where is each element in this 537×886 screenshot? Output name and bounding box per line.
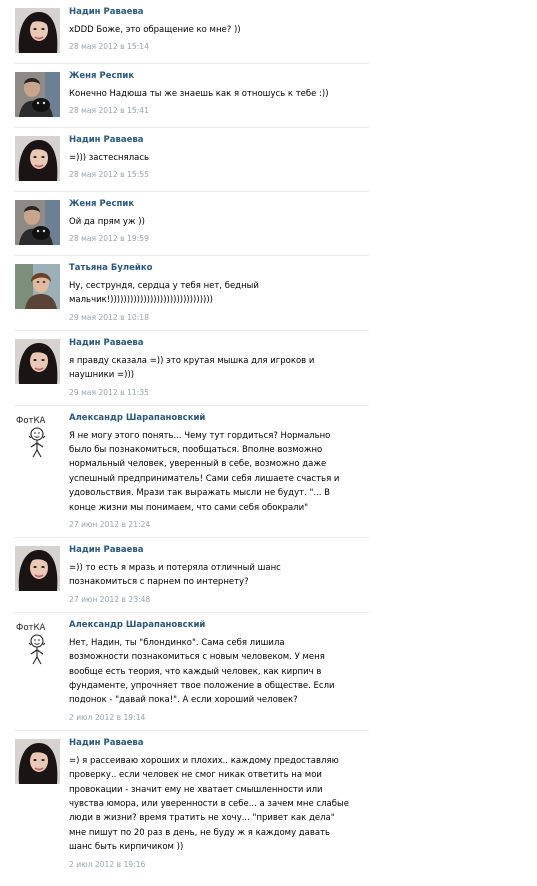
comment-text-line: успешный предприниматель! Сами себя лиша…: [69, 473, 340, 484]
comment-text-line: проверку.. если человек не смог никак от…: [69, 770, 322, 781]
comment-text-line: Я не могу этого понять... Чему тут горди…: [69, 430, 331, 441]
comment-text: Я не могу этого понять... Чему тут горди…: [69, 429, 369, 515]
comment-text-line: фундаменте, упрочняет твое положение в о…: [69, 681, 335, 692]
comment-text-line: конце жизни мы понимаем, что сами себя о…: [69, 502, 309, 513]
comment-item: Татьяна Булейко Ну, сеструндя, сердца у т…: [0, 262, 400, 323]
comment-text-line: познакомиться с парнем по интернету?: [69, 577, 249, 588]
girl-photo-icon[interactable]: [15, 338, 60, 384]
comment-date-link[interactable]: 28 мая 2012 в 19:59: [69, 233, 149, 244]
comment-text-line: мне пишут по 20 раз в день, не буду ж я …: [69, 827, 331, 838]
comment-date-link[interactable]: 28 мая 2012 в 15:55: [69, 169, 149, 180]
comment-item: Женя Респик Конечно Надюша ты же знаешь к…: [0, 70, 400, 120]
comment-text-line: было бы познакомиться, пообщаться. Вполн…: [69, 445, 323, 455]
comment-date-link[interactable]: 29 мая 2012 в 10:18: [69, 312, 149, 323]
avatar-caption: ФотКА: [16, 623, 46, 633]
comment-text-line: нормальный человек, уверенный в себе, во…: [69, 459, 327, 470]
comment-separator: [14, 63, 369, 64]
comment-text: Конечно Надюша ты же знаешь как я отношу…: [69, 87, 369, 101]
girl-photo-icon[interactable]: [15, 136, 60, 181]
comment-text-line: Ой да прям уж )): [69, 217, 145, 227]
comment-author-link[interactable]: Надин Раваева: [69, 134, 143, 146]
comment-text: =))) застеснялась: [69, 151, 369, 165]
comment-text-line: =)) то есть я мразь и потеряла отличный …: [69, 563, 281, 573]
comment-author-link[interactable]: Надин Раваева: [69, 544, 143, 556]
comment-author-link[interactable]: Надин Раваева: [69, 337, 143, 349]
stick-figure-icon[interactable]: ФотКА: [15, 413, 60, 459]
comment-text: Ну, сеструндя, сердца у тебя нет, бедный…: [69, 279, 369, 308]
comment-text: Ой да прям уж )): [69, 215, 369, 229]
comment-item: Надин Раваева =))) застеснялась 28 мая 201…: [0, 134, 400, 184]
comment-text-line: =))) застеснялась: [69, 153, 150, 163]
comment-date-link[interactable]: 28 мая 2012 в 15:41: [69, 105, 149, 116]
comment-text: xDDD Боже, это обращение ко мне? )): [69, 23, 369, 37]
comment-text-line: Конечно Надюша ты же знаешь как я отношу…: [69, 89, 329, 99]
comment-author-link[interactable]: Надин Раваева: [69, 6, 143, 18]
comment-separator: [14, 537, 369, 538]
comment-item: Женя Респик Ой да прям уж )) 28 мая 2012 в…: [0, 198, 400, 248]
comment-date-link[interactable]: 2 июл 2012 в 19:16: [69, 859, 145, 870]
comment-date-link[interactable]: 27 июн 2012 в 23:48: [69, 594, 150, 605]
comment-date-link[interactable]: 2 июл 2012 в 19:14: [69, 712, 145, 723]
girl-photo-icon[interactable]: [15, 738, 60, 784]
comment-text-line: возможности познакомиться с новым челове…: [69, 652, 325, 663]
comment-author-link[interactable]: Александр Шарапановский: [69, 412, 205, 424]
comment-text-line: шанс быть кирпичиком )): [69, 842, 184, 853]
comment-author-link[interactable]: Надин Раваева: [69, 737, 143, 749]
comment-text-line: xDDD Боже, это обращение ко мне? )): [69, 25, 241, 35]
comment-text-line: Нет, Надин, ты "блондинко". Сама себя ли…: [69, 637, 285, 648]
comment-text: =) я рассеиваю хороших и плохих.. каждом…: [69, 754, 369, 855]
comment-item: ФотКА Александр Шарапановский Я не могу эт…: [0, 412, 400, 530]
comment-author-link[interactable]: Татьяна Булейко: [69, 262, 152, 274]
comment-item: ФотКА Александр Шарапановский Нет, Надин, …: [0, 619, 400, 723]
comment-separator: [14, 329, 369, 331]
comment-text-line: наушники =))): [69, 370, 135, 381]
comment-item: Надин Раваева я правду сказала =)) это кр…: [0, 337, 400, 398]
comment-text: Нет, Надин, ты "блондинко". Сама себя ли…: [69, 636, 369, 708]
comment-item: Надин Раваева =) я рассеиваю хороших и пл…: [0, 737, 400, 870]
comment-text-line: =) я рассеиваю хороших и плохих.. каждом…: [69, 755, 339, 766]
comment-separator: [14, 191, 369, 192]
comment-date-link[interactable]: 27 июн 2012 в 21:24: [69, 519, 150, 530]
woman-photo-icon[interactable]: [15, 264, 60, 309]
comment-text-line: подонок - "давай пока!". А если хороший …: [69, 695, 298, 706]
comment-author-link[interactable]: Женя Респик: [69, 70, 134, 82]
comment-item: Надин Раваева xDDD Боже, это обращение ко…: [0, 6, 400, 56]
comment-text-line: я правду сказала =)) это крутая мышка дл…: [69, 355, 315, 366]
comment-date-link[interactable]: 28 мая 2012 в 15:14: [69, 41, 149, 52]
comment-author-link[interactable]: Женя Респик: [69, 198, 134, 210]
comment-text-line: вообще есть теория, что каждый человек, …: [69, 666, 322, 677]
man-with-dog-photo-icon[interactable]: [15, 200, 60, 245]
comment-separator: [14, 127, 369, 128]
comment-text-line: чувства юмора, или уверенности в себе...…: [69, 799, 349, 810]
comment-text-line: Ну, сеструндя, сердца у тебя нет, бедный: [69, 281, 259, 291]
comment-author-link[interactable]: Александр Шарапановский: [69, 619, 205, 631]
stick-figure-icon[interactable]: ФотКА: [15, 620, 60, 666]
comment-text: =)) то есть я мразь и потеряла отличный …: [69, 561, 369, 590]
comment-text-line: люди в жизни? время тратить не хочу... "…: [69, 813, 335, 824]
girl-photo-icon[interactable]: [15, 546, 60, 591]
comment-item: Надин Раваева =)) то есть я мразь и потер…: [0, 544, 400, 605]
avatar-caption: ФотКА: [16, 416, 46, 426]
comment-date-link[interactable]: 29 мая 2012 в 11:35: [69, 387, 149, 398]
comment-separator: [14, 729, 369, 731]
comment-text: я правду сказала =)) это крутая мышка дл…: [69, 354, 369, 383]
comment-separator: [14, 404, 369, 406]
comment-separator: [14, 255, 369, 256]
comment-separator: [14, 611, 369, 613]
man-with-dog-photo-icon[interactable]: [15, 72, 60, 117]
comment-text-line: мальчик!))))))))))))))))))))))))))))))): [69, 295, 213, 306]
comment-text-line: провокации - значит ему не хватает смышл…: [69, 784, 323, 795]
girl-photo-icon[interactable]: [15, 8, 60, 53]
comment-text-line: удовольствия. Мрази так выражать мысли н…: [69, 488, 330, 499]
